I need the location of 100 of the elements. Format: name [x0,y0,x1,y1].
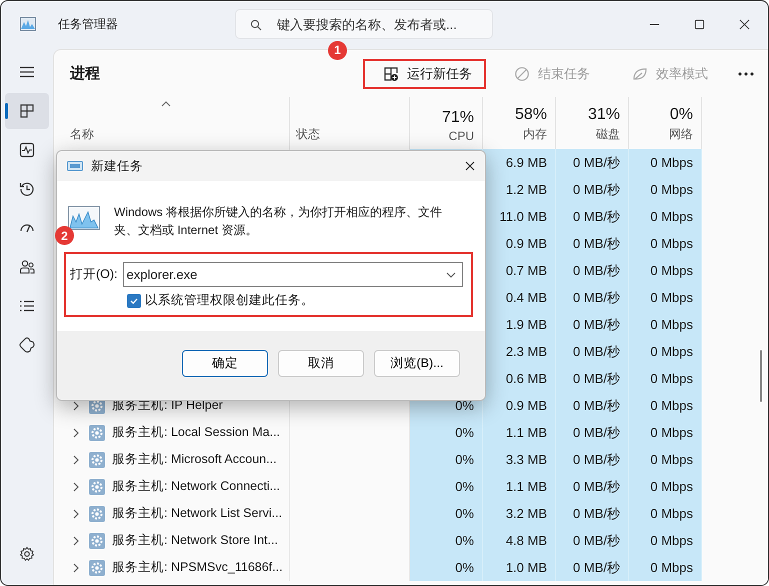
settings-icon[interactable] [19,546,35,562]
close-icon[interactable] [739,18,750,30]
pulse-icon[interactable] [19,142,35,158]
table-cell: 0 Mbps [629,554,702,581]
list-icon[interactable] [19,298,35,314]
table-cell: 0% [410,554,483,581]
column-header[interactable]: 内存 [523,126,547,143]
gear-icon [89,452,105,468]
dropdown-caret-icon [446,272,456,278]
sidebar-tab[interactable] [5,93,49,129]
search-icon [250,19,262,31]
process-name: 服务主机: Local Session Ma... [112,424,280,441]
run-icon [67,160,83,172]
scrollbar[interactable] [760,350,762,402]
table-cell: 0% [410,500,483,527]
maximize-icon[interactable] [694,18,705,30]
close-icon[interactable] [465,161,475,171]
table-cell: 0.7 MB [483,257,556,284]
table-cell: 0 Mbps [629,176,702,203]
step-number-badge: 2 [55,226,74,245]
new-task-icon [383,66,399,82]
table-cell: 0 MB/秒 [556,230,629,257]
column-header[interactable]: 状态 [296,126,320,143]
dialog-button[interactable]: 浏览(B)... [374,350,460,377]
process-name: 服务主机: Network List Servi... [112,505,282,522]
table-cell: 0 MB/秒 [556,473,629,500]
table-cell: 0 MB/秒 [556,500,629,527]
more-icon[interactable] [738,72,754,76]
expand-chevron-icon[interactable] [73,428,79,438]
table-cell: 0 MB/秒 [556,311,629,338]
table-cell: 0 Mbps [629,149,702,176]
table-cell: 1.0 MB [483,554,556,581]
history-icon[interactable] [19,181,35,197]
table-cell: 6.9 MB [483,149,556,176]
table-cell: 1.2 MB [483,176,556,203]
table-cell: 0 Mbps [629,446,702,473]
table-cell: 0 Mbps [629,257,702,284]
table-cell: 0 MB/秒 [556,176,629,203]
table-cell: 0.6 MB [483,365,556,392]
expand-chevron-icon[interactable] [73,400,79,410]
table-cell: 0 MB/秒 [556,554,629,581]
table-cell: 4.8 MB [483,527,556,554]
expand-chevron-icon[interactable] [73,482,79,492]
usage-percent: 71% [442,109,474,127]
table-cell: 0 MB/秒 [556,365,629,392]
dialog-button[interactable]: 取消 [278,350,364,377]
table-cell: 0 Mbps [629,203,702,230]
dialog-title: 新建任务 [91,158,143,174]
table-cell: 0 Mbps [629,473,702,500]
gear-icon [89,478,105,494]
leaf-icon [632,66,648,82]
expand-chevron-icon[interactable] [73,562,79,572]
page-title: 进程 [70,64,100,83]
process-name: 服务主机: Microsoft Accoun... [112,451,277,468]
table-cell: 0 MB/秒 [556,527,629,554]
prohibited-icon [514,66,530,82]
table-cell: 0.9 MB [483,392,556,419]
table-cell: 0 MB/秒 [556,149,629,176]
expand-chevron-icon[interactable] [73,508,79,518]
admin-checkbox[interactable] [127,294,141,308]
table-cell: 0 Mbps [629,365,702,392]
table-cell: 11.0 MB [483,203,556,230]
table-cell: 1.1 MB [483,473,556,500]
usage-percent: 0% [670,106,693,124]
expand-chevron-icon[interactable] [73,454,79,464]
table-cell: 0 Mbps [629,311,702,338]
search-field[interactable]: 键入要搜索的名称、发布者或... [235,9,493,39]
column-header[interactable]: CPU [448,129,474,143]
table-cell: 0 MB/秒 [556,284,629,311]
table-cell: 0.4 MB [483,284,556,311]
column-header[interactable]: 名称 [70,126,94,143]
run-new-task-button[interactable]: 运行新任务 [363,58,486,88]
table-cell: 0% [410,527,483,554]
dialog-button[interactable]: 确定 [182,350,268,377]
menu-icon[interactable] [19,64,35,80]
gear-icon [89,560,105,576]
table-cell: 0 Mbps [629,419,702,446]
grid-icon[interactable] [19,103,35,119]
column-header[interactable]: 磁盘 [596,126,620,143]
table-cell: 2.3 MB [483,338,556,365]
expand-chevron-icon[interactable] [73,536,79,546]
table-cell: 0 Mbps [629,500,702,527]
table-cell: 0% [410,446,483,473]
command-combo-box[interactable]: explorer.exe [122,262,463,287]
usage-percent: 58% [514,106,547,124]
table-cell: 3.3 MB [483,446,556,473]
window-title: 任务管理器 [58,16,118,32]
table-cell: 0 Mbps [629,284,702,311]
step-number-badge: 1 [328,40,347,60]
users-icon[interactable] [19,259,35,275]
open-label: 打开(O): [70,266,118,283]
table-cell: 3.2 MB [483,500,556,527]
dialog-message: Windows 将根据你所键入的名称，为你打开相应的程序、文件夹、文档或 Internet 资源。 [114,204,444,239]
column-header[interactable]: 网络 [669,126,693,143]
table-cell: 0 MB/秒 [556,419,629,446]
process-name: 服务主机: Network Connecti... [112,478,280,495]
table-cell: 0 MB/秒 [556,446,629,473]
table-cell: 0% [410,473,483,500]
table-cell: 0 MB/秒 [556,257,629,284]
table-cell: 1.1 MB [483,419,556,446]
